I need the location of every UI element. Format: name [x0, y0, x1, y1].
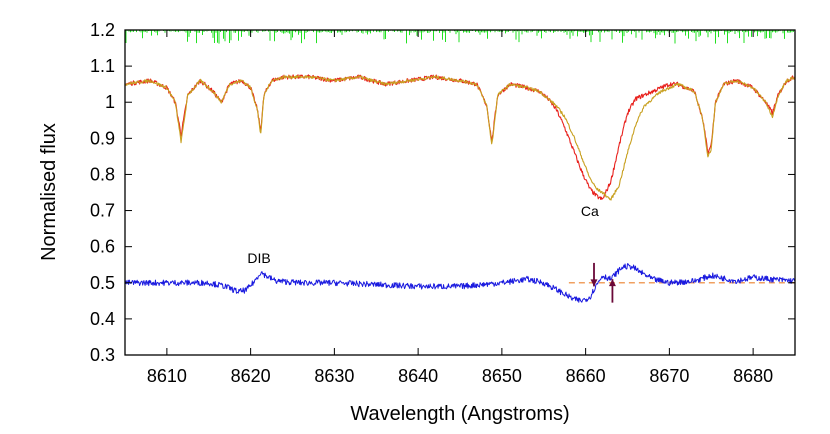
x-tick-label-8610: 8610 [147, 366, 187, 386]
x-tick-label-8650: 8650 [482, 366, 522, 386]
y-tick-label-0.7: 0.7 [90, 201, 115, 221]
y-tick-label-0.9: 0.9 [90, 128, 115, 148]
series-layer [124, 74, 796, 303]
x-axis-title: Wavelength (Angstroms) [350, 403, 569, 425]
y-tick-label-1: 1 [105, 92, 115, 112]
y-tick-label-0.4: 0.4 [90, 309, 115, 329]
annotation-ca: Ca [581, 203, 599, 219]
telluric-spikes [125, 30, 794, 44]
x-tick-label-8670: 8670 [649, 366, 689, 386]
y-tick-label-0.5: 0.5 [90, 273, 115, 293]
x-tick-label-8660: 8660 [566, 366, 606, 386]
y-axis-title: Normalised flux [38, 123, 60, 261]
spectrum-chart: Ca DIB 8610 8620 8630 8640 8650 8660 8670 8680 0.… [38, 20, 796, 425]
y-tick-label-0.8: 0.8 [90, 164, 115, 184]
y-tick-label-0.6: 0.6 [90, 237, 115, 257]
annotation-dib: DIB [247, 250, 270, 266]
y-tick-label-1.1: 1.1 [90, 56, 115, 76]
axis-layer: 8610 8620 8630 8640 8650 8660 8670 8680 0.3 0.4 0.… [90, 20, 795, 386]
x-tick-label-8680: 8680 [733, 366, 773, 386]
x-tick-label-8620: 8620 [231, 366, 271, 386]
x-tick-label-8640: 8640 [398, 366, 438, 386]
model-series-line [124, 74, 796, 201]
x-tick-label-8630: 8630 [314, 366, 354, 386]
telluric-trace [125, 30, 794, 44]
y-tick-label-1.2: 1.2 [90, 20, 115, 40]
y-tick-label-0.3: 0.3 [90, 345, 115, 365]
plot-frame [124, 29, 796, 356]
